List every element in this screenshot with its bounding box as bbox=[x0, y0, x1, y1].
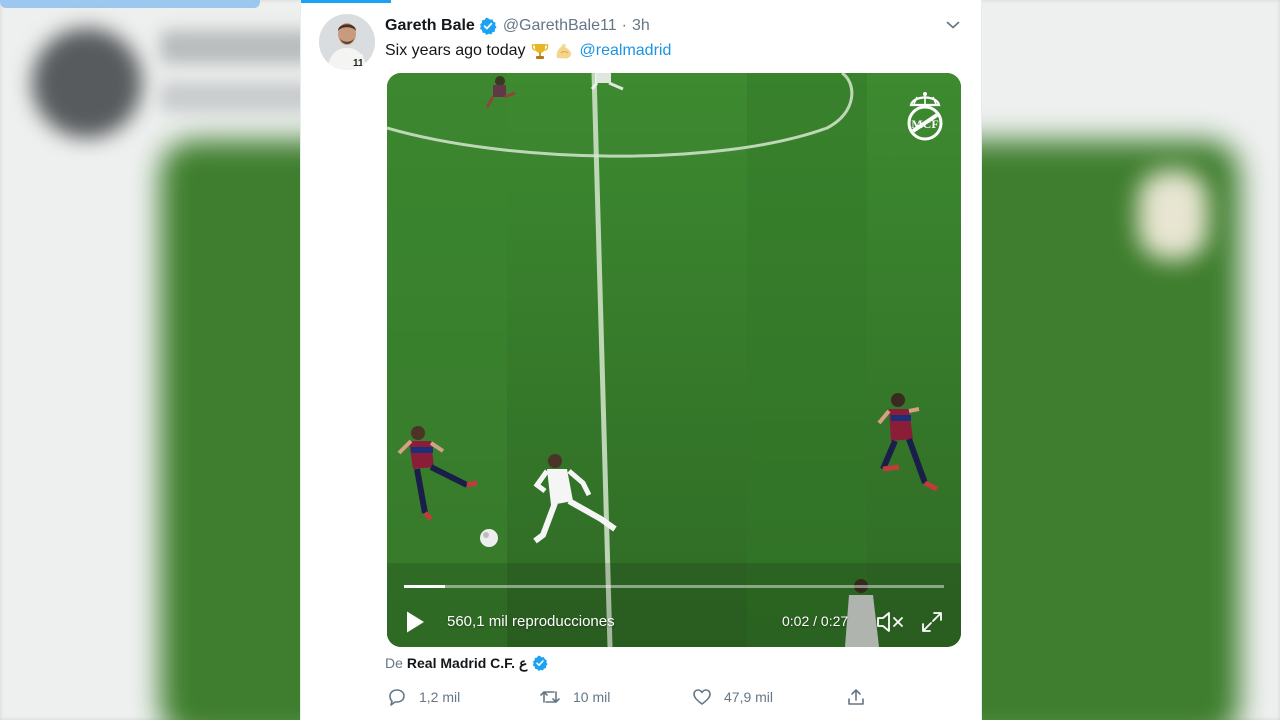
source-attribution: De Real Madrid C.F. ع bbox=[385, 653, 548, 673]
view-count: 560,1 mil reproducciones bbox=[447, 613, 615, 630]
video-progress-fill bbox=[404, 585, 445, 588]
background-name-blur bbox=[160, 30, 320, 64]
tweet-card: 11 Gareth Bale @GarethBale11 · 3h Six ye… bbox=[300, 0, 982, 720]
author-name[interactable]: Gareth Bale bbox=[385, 17, 475, 35]
header-separator: · bbox=[621, 17, 627, 34]
flexed-biceps-icon bbox=[554, 41, 574, 61]
video-progress-bar[interactable] bbox=[404, 585, 944, 588]
tweet-time[interactable]: 3h bbox=[632, 17, 650, 35]
background-avatar-blur bbox=[32, 28, 142, 138]
share-button[interactable] bbox=[846, 684, 866, 710]
video-timecode: 0:02 / 0:27 bbox=[782, 613, 849, 629]
tweet-actions: 1,2 mil 10 mil 47,9 mil bbox=[385, 684, 885, 710]
verified-badge-icon bbox=[479, 17, 497, 35]
like-button[interactable]: 47,9 mil bbox=[692, 684, 773, 710]
attribution-prefix: De bbox=[385, 655, 403, 671]
background-crest-blur bbox=[1138, 170, 1208, 260]
reply-button[interactable]: 1,2 mil bbox=[387, 684, 460, 710]
tweet-text: Six years ago today @realmadrid bbox=[385, 40, 671, 62]
attribution-account[interactable]: Real Madrid C.F. ع bbox=[407, 655, 527, 672]
background-text-blur bbox=[160, 82, 320, 112]
retweet-button[interactable]: 10 mil bbox=[539, 684, 610, 710]
play-icon[interactable] bbox=[403, 609, 427, 635]
tweet-text-body: Six years ago today bbox=[385, 42, 526, 59]
retweet-icon bbox=[539, 687, 561, 707]
like-count: 47,9 mil bbox=[724, 689, 774, 705]
tweet-header: Gareth Bale @GarethBale11 · 3h bbox=[385, 15, 650, 37]
heart-icon bbox=[692, 687, 712, 707]
chevron-down-icon[interactable] bbox=[942, 14, 964, 36]
svg-text:11: 11 bbox=[353, 58, 364, 69]
background-accent-line bbox=[0, 0, 260, 8]
svg-text:MCF: MCF bbox=[911, 117, 938, 131]
muted-speaker-icon[interactable] bbox=[875, 609, 907, 635]
trophy-icon bbox=[530, 41, 550, 61]
reply-count: 1,2 mil bbox=[419, 689, 461, 705]
verified-badge-icon bbox=[532, 655, 548, 671]
avatar[interactable]: 11 bbox=[319, 14, 375, 70]
author-handle[interactable]: @GarethBale11 bbox=[503, 17, 617, 35]
fullscreen-icon[interactable] bbox=[919, 609, 945, 635]
real-madrid-crest-icon: MCF bbox=[903, 87, 947, 143]
mention-link[interactable]: @realmadrid bbox=[580, 42, 672, 60]
retweet-count: 10 mil bbox=[573, 689, 611, 705]
reply-icon bbox=[387, 687, 407, 707]
video-player[interactable]: MCF 560,1 mil reproducciones 0:02 / 0:27 bbox=[387, 73, 961, 647]
video-frame bbox=[387, 73, 961, 647]
share-icon bbox=[846, 687, 866, 707]
avatar-image: 11 bbox=[319, 14, 375, 70]
tweet-top-accent bbox=[301, 0, 391, 3]
